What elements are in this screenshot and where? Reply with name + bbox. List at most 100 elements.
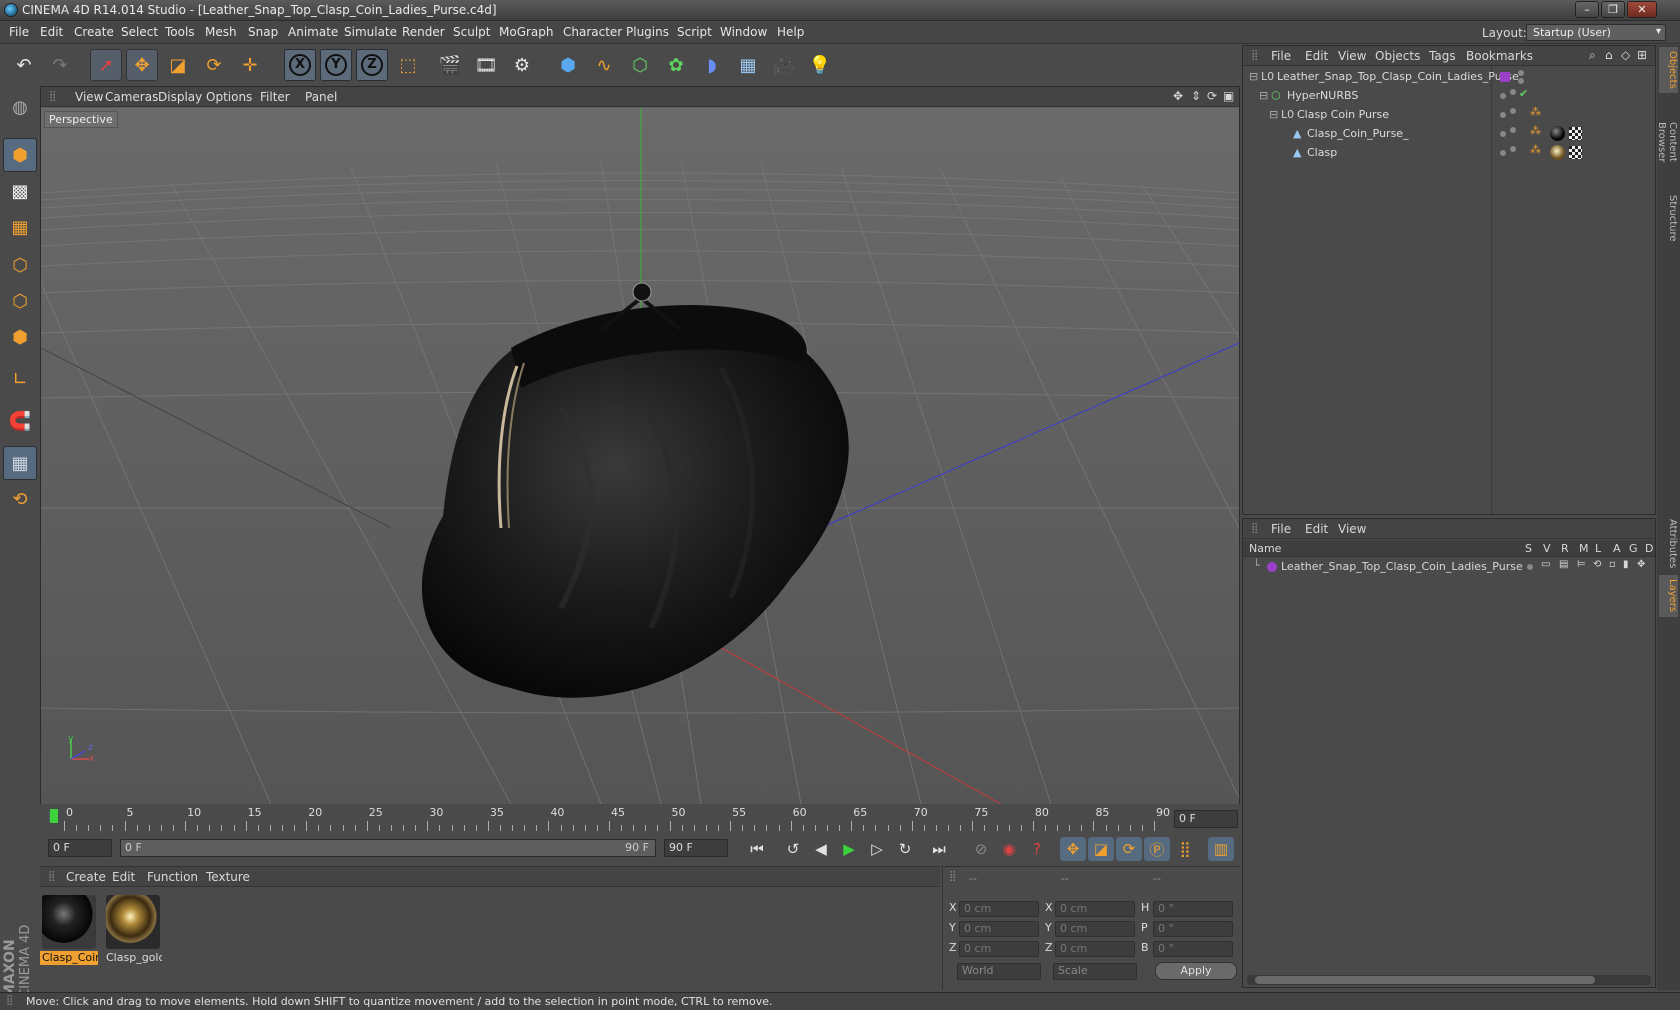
object-row[interactable]: ▲ Clasp ⁂ (1243, 143, 1655, 163)
material-swatch[interactable]: Clasp_Coin (40, 893, 98, 965)
menu-mesh[interactable]: Mesh (205, 25, 237, 39)
move-tool-icon[interactable]: ✥ (126, 49, 158, 81)
snapping-icon[interactable]: 🧲 (3, 404, 37, 438)
subdivision-surface-icon[interactable]: ⬡ (624, 49, 656, 81)
menu-tools[interactable]: Tools (165, 25, 195, 39)
layer-view-icon[interactable]: ▭ (1541, 559, 1550, 570)
size-x-field[interactable]: 0 cm (1055, 901, 1135, 917)
menu-window[interactable]: Window (720, 25, 767, 39)
size-z-field[interactable]: 0 cm (1055, 941, 1135, 957)
x-axis-lock-button[interactable]: X (284, 49, 316, 81)
object-menu-tags[interactable]: Tags (1429, 49, 1456, 63)
end-frame-field[interactable]: 90 F (664, 839, 728, 857)
frame-range-slider[interactable]: 0 F 90 F (120, 839, 656, 857)
go-to-start-icon[interactable]: ⏮ (744, 837, 770, 861)
layout-select[interactable]: Startup (User) (1526, 24, 1666, 41)
layer-col-manager[interactable]: M (1579, 542, 1589, 555)
render-visibility-dot[interactable] (1510, 89, 1516, 95)
phong-tag-icon[interactable]: ⁂ (1530, 105, 1541, 118)
enabled-check-icon[interactable]: ✔ (1519, 87, 1528, 100)
object-row[interactable]: ⊟ L0 Clasp Coin Purse ⁂ (1243, 105, 1655, 125)
viewport-menu-display[interactable]: Display (158, 90, 202, 104)
editor-visibility-dot[interactable] (1500, 93, 1506, 99)
record-disabled-icon[interactable]: ⊘ (968, 837, 994, 861)
render-visibility-dot[interactable] (1510, 127, 1516, 133)
viewport-menu-filter[interactable]: Filter (260, 90, 290, 104)
render-visibility-dot[interactable] (1510, 108, 1516, 114)
viewport-scene[interactable]: Perspective y x z (41, 108, 1239, 804)
start-frame-field[interactable]: 0 F (48, 839, 112, 857)
render-visibility-dot[interactable] (1510, 146, 1516, 152)
menu-simulate[interactable]: Simulate (344, 25, 397, 39)
object-menu-view[interactable]: View (1338, 49, 1366, 63)
current-frame-field[interactable]: 0 F (1174, 810, 1238, 828)
layer-col-view[interactable]: V (1543, 542, 1551, 555)
menu-render[interactable]: Render (402, 25, 445, 39)
viewport-menu-view[interactable]: View (75, 90, 103, 104)
floor-icon[interactable]: ▦ (732, 49, 764, 81)
menu-select[interactable]: Select (121, 25, 158, 39)
make-editable-icon[interactable]: ◍ (3, 90, 37, 124)
size-mode-select[interactable]: Scale (1053, 963, 1137, 980)
material-menu-edit[interactable]: Edit (112, 870, 135, 884)
object-menu-bookmarks[interactable]: Bookmarks (1466, 49, 1533, 63)
menu-snap[interactable]: Snap (248, 25, 278, 39)
key-position-icon[interactable]: ✥ (1060, 837, 1086, 861)
menu-plugins[interactable]: Plugins (626, 25, 669, 39)
editor-visibility-dot[interactable] (1518, 70, 1524, 76)
viewport-menu-options[interactable]: Options (206, 90, 252, 104)
pos-x-field[interactable]: 0 cm (959, 901, 1039, 917)
object-row[interactable]: ⊟ ⬡ HyperNURBS ✔ (1243, 86, 1655, 106)
light-icon[interactable]: 💡 (804, 49, 836, 81)
key-parameter-icon[interactable]: Ⓟ (1144, 837, 1170, 861)
polygons-mode-icon[interactable]: ⬢ (3, 320, 37, 354)
render-visibility-dot[interactable] (1518, 78, 1524, 84)
layer-col-locked[interactable]: L (1595, 542, 1601, 555)
timeline-window-icon[interactable]: ▥ (1208, 837, 1234, 861)
close-button[interactable]: ✕ (1627, 1, 1657, 18)
cube-primitive-icon[interactable]: ⬢ (552, 49, 584, 81)
collapse-icon[interactable]: ⊟ (1249, 70, 1258, 83)
next-key-icon[interactable]: ↻ (892, 837, 918, 861)
redo-icon[interactable]: ↷ (44, 49, 76, 81)
edges-mode-icon[interactable]: ⬡ (3, 284, 37, 318)
transform-tool-icon[interactable]: ✛ (234, 49, 266, 81)
new-window-icon[interactable]: ⊞ (1637, 48, 1647, 62)
menu-edit[interactable]: Edit (40, 25, 63, 39)
z-axis-lock-button[interactable]: Z (356, 49, 388, 81)
layer-menu-view[interactable]: View (1338, 522, 1366, 536)
rot-h-field[interactable]: 0 ° (1153, 901, 1233, 917)
previous-key-icon[interactable]: ↺ (780, 837, 806, 861)
timeline-ruler[interactable]: ⣿ 051015202530354045505560657075808590 0… (40, 805, 1240, 833)
tab-objects[interactable]: Objects (1659, 47, 1678, 93)
layer-name[interactable]: Leather_Snap_Top_Clasp_Coin_Ladies_Purse (1281, 560, 1523, 573)
grid-snap-icon[interactable]: ⟲ (3, 482, 37, 516)
pos-z-field[interactable]: 0 cm (959, 941, 1039, 957)
menu-mograph[interactable]: MoGraph (499, 25, 554, 39)
viewport-rotate-icon[interactable]: ⟳ (1207, 89, 1217, 103)
render-picture-viewer-icon[interactable]: 🎞 (470, 49, 502, 81)
layer-solo-toggle[interactable] (1527, 564, 1533, 570)
autokey-icon[interactable]: ? (1024, 837, 1050, 861)
layer-color-icon[interactable] (1267, 562, 1277, 572)
layer-lock-icon[interactable]: ⟲ (1593, 559, 1601, 570)
record-active-icon[interactable]: ◉ (996, 837, 1022, 861)
camera-icon[interactable]: 🎥 (768, 49, 800, 81)
object-menu-file[interactable]: File (1271, 49, 1291, 63)
object-menu-objects[interactable]: Objects (1375, 49, 1420, 63)
layer-menu-file[interactable]: File (1271, 522, 1291, 536)
home-icon[interactable]: ⌂ (1605, 48, 1613, 62)
next-frame-icon[interactable]: ▷ (864, 837, 890, 861)
coordinate-system-icon[interactable]: ⬚ (392, 49, 424, 81)
layer-render-icon[interactable]: ▤ (1559, 559, 1568, 570)
spline-pen-icon[interactable]: ∿ (588, 49, 620, 81)
material-tag-icon[interactable] (1550, 126, 1565, 141)
material-menu-create[interactable]: Create (66, 870, 106, 884)
menu-character[interactable]: Character (563, 25, 622, 39)
pos-y-field[interactable]: 0 cm (959, 921, 1039, 937)
apply-button[interactable]: Apply (1155, 962, 1237, 980)
menu-animate[interactable]: Animate (288, 25, 338, 39)
render-settings-icon[interactable]: ⚙ (506, 49, 538, 81)
live-selection-icon[interactable]: ➚ (90, 49, 122, 81)
viewport-camera-label[interactable]: Perspective (44, 111, 118, 128)
